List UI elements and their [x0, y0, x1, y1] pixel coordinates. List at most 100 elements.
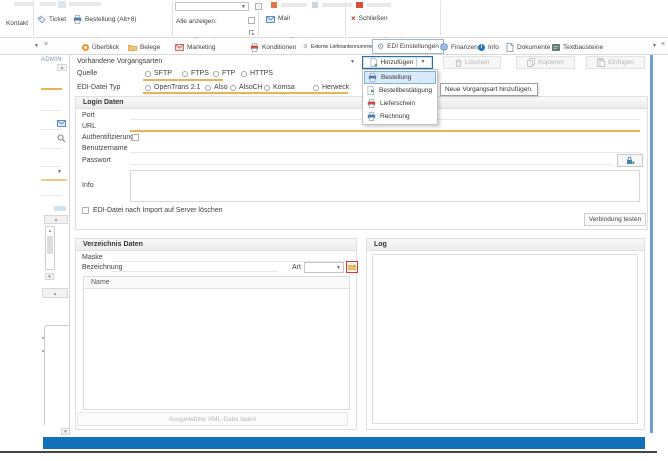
ticket-label: Ticket [49, 16, 66, 24]
passwort-input[interactable] [130, 164, 612, 165]
ribbon-cutoff-dropdown[interactable]: ▼ [175, 2, 249, 11]
tab-info[interactable]: iInfo [478, 40, 499, 54]
verbindung-testen-button[interactable]: Verbindung testen [584, 213, 646, 226]
ribbon-cutoff-fragment [58, 1, 66, 8]
radio-komsa-label[interactable]: Komsa [273, 84, 295, 92]
tab-marketing[interactable]: Marketing [175, 40, 216, 54]
sidebar-scroll-up-button[interactable]: ▲ [57, 64, 67, 71]
radio-ftps-label[interactable]: FTPS [191, 70, 209, 78]
authentifizierung-label: Authentifizierung [82, 134, 134, 142]
document-icon [506, 43, 514, 52]
benutzername-input[interactable] [130, 152, 640, 153]
xml-file-list[interactable]: Name [83, 276, 350, 410]
radio-https-label[interactable]: HTTPS [250, 70, 273, 78]
radio-sftp[interactable] [145, 71, 151, 77]
hinzufuegen-button[interactable]: Hinzufügen ▼ [362, 56, 433, 69]
tabbar-overflow-right-icon[interactable]: ▼ [652, 44, 657, 49]
delete-after-import-checkbox[interactable] [82, 207, 89, 214]
url-input[interactable] [130, 130, 640, 132]
sidebar-mail-icon[interactable] [57, 120, 66, 127]
tab-textbausteine[interactable]: Textbausteine [552, 40, 603, 54]
menu-item-lieferschein[interactable]: Lieferschein [364, 97, 436, 110]
delete-after-import-label[interactable]: EDI-Datei nach Import auf Server löschen [93, 207, 223, 215]
copy-icon [527, 58, 535, 67]
reporting-dialog-launcher-icon[interactable] [249, 30, 254, 35]
art-dropdown[interactable]: ▼ [304, 262, 344, 273]
log-header: Log [367, 239, 644, 251]
sidebar-highlight-fragment [54, 206, 66, 211]
radio-https[interactable] [241, 71, 247, 77]
ticket-button[interactable]: Ticket [37, 15, 66, 24]
printer-red-icon [250, 43, 259, 52]
loeschen-button[interactable]: Löschen [443, 56, 501, 69]
authentifizierung-checkbox[interactable] [132, 134, 139, 141]
radio-alsoch-label[interactable]: AlsoCH [239, 84, 263, 92]
radio-ftp[interactable] [213, 71, 219, 77]
sidebar-down-button[interactable]: ▼ [45, 273, 54, 280]
info-textarea[interactable] [130, 170, 640, 202]
tab-dokumente[interactable]: Dokumente [506, 40, 550, 54]
chevron-down-icon: ▼ [420, 60, 425, 65]
radio-herweck[interactable] [313, 85, 319, 91]
radio-opentrans-label[interactable]: OpenTrans 2.1 [154, 84, 200, 92]
folder-plus-icon [348, 264, 356, 270]
passwort-lock-button[interactable] [617, 154, 643, 167]
radio-also-label[interactable]: Also [214, 84, 228, 92]
kopieren-button[interactable]: Kopieren [516, 56, 575, 69]
sidebar-dropdown-icon[interactable]: ▼ [57, 170, 62, 175]
splitter-handle[interactable] [650, 55, 653, 433]
tab-finanzen[interactable]: Finanzen [440, 40, 478, 54]
radio-opentrans[interactable] [145, 85, 151, 91]
scrollbar-up-icon[interactable]: ▲ [48, 228, 52, 233]
bezeichnung-input[interactable] [112, 271, 278, 272]
menu-item-rechnung[interactable]: Rechnung [364, 110, 436, 123]
einfuegen-button[interactable]: Einfügen [586, 56, 645, 69]
kontakt-button[interactable]: Kontakt [2, 10, 32, 28]
add-document-icon [370, 58, 378, 67]
info-label: Info [82, 182, 94, 190]
mail-button[interactable]: Mail [266, 15, 290, 23]
radio-also[interactable] [205, 85, 211, 91]
radio-komsa[interactable] [264, 85, 270, 91]
verzeichnis-daten-header: Verzeichnis Daten [76, 239, 356, 251]
radio-herweck-label[interactable]: Herweck [322, 84, 349, 92]
loeschen-label: Löschen [465, 59, 490, 66]
name-column-header[interactable]: Name [91, 279, 110, 287]
tabbar-overflow-left-icon[interactable]: ▼ [34, 44, 39, 49]
tabbar-close-right-icon[interactable]: × [661, 41, 665, 48]
tab-belege[interactable]: Belege [128, 40, 160, 54]
sidebar-field-underline [41, 88, 62, 90]
tabbar-close-left-icon[interactable]: × [44, 41, 48, 48]
menu-item-bestellung[interactable]: Bestellung [364, 71, 436, 84]
scrollbar-thumb[interactable] [47, 236, 53, 254]
radio-sftp-label[interactable]: SFTP [154, 70, 172, 78]
sidebar-bottom-down-button[interactable]: ▼ [61, 428, 70, 435]
add-directory-button[interactable] [346, 261, 358, 273]
tab-edi-einstellungen[interactable]: ⚙EDI Einstellungen [372, 39, 444, 54]
vorgangsarten-combobox[interactable]: ▼ [145, 56, 358, 68]
ribbon: ▼ Kontakt Ticket Bestellung (Alt+8) Alle… [0, 0, 668, 38]
schliessen-button[interactable]: × Schließen [351, 15, 388, 23]
ribbon-cutoff-fragment [69, 2, 101, 6]
tab-konditionen[interactable]: Konditionen [250, 40, 296, 54]
sidebar-scrollbar[interactable]: ▲ [45, 226, 55, 270]
radio-ftps[interactable] [182, 71, 188, 77]
sidebar-up-button-2[interactable]: ▲ [42, 288, 68, 298]
document-check-icon [367, 86, 375, 95]
load-xml-label: Ausgewählte XML-Datei laden [169, 416, 256, 423]
envelope-icon [175, 44, 184, 51]
radio-ftp-label[interactable]: FTP [222, 70, 235, 78]
alle-anzeigen-checkbox[interactable] [248, 17, 255, 24]
text-block-icon [552, 44, 560, 51]
ribbon-cutoff-fragment [14, 2, 34, 6]
sidebar-up-button[interactable]: ▲ [44, 215, 68, 224]
menu-item-bestellbestaetigung[interactable]: Bestellbestätigung [364, 84, 436, 97]
printer-icon [73, 15, 82, 24]
tab-ueberblick[interactable]: Überblick [82, 40, 119, 54]
load-xml-button[interactable]: Ausgewählte XML-Datei laden [77, 412, 348, 426]
radio-alsoch[interactable] [230, 85, 236, 91]
sidebar-search-icon[interactable] [57, 134, 66, 143]
bestellung-button[interactable]: Bestellung (Alt+8) [73, 15, 137, 24]
tab-externe-lieferantennummern[interactable]: ⚙Externe Lieferantennummern [303, 40, 377, 54]
ribbon-cutoff-fragment [40, 2, 56, 6]
